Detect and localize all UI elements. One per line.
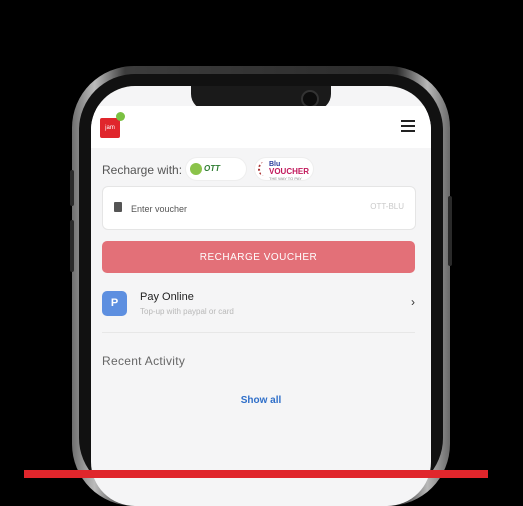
- paypal-icon: P: [102, 291, 127, 316]
- recharge-voucher-button[interactable]: RECHARGE VOUCHER: [102, 241, 415, 273]
- phone-side-button: [448, 196, 452, 266]
- ott-icon: [190, 163, 202, 175]
- recharge-with-label: Recharge with:: [102, 163, 183, 177]
- recent-activity-title: Recent Activity: [102, 354, 186, 368]
- blu-voucher-logo[interactable]: Blu VOUCHER THE WAY TO PAY: [255, 158, 313, 181]
- brand-logo-dot: [116, 112, 125, 121]
- phone-screen: jam Recharge with: OTT voucher Blu VOUCH…: [91, 86, 431, 506]
- phone-side-button: [70, 220, 74, 272]
- brand-logo[interactable]: jam: [100, 118, 120, 138]
- show-all-link[interactable]: Show all: [91, 395, 431, 406]
- voucher-hint: OTT-BLU: [370, 202, 404, 211]
- phone-side-button: [70, 170, 74, 206]
- app-header: jam: [91, 106, 431, 148]
- voucher-input[interactable]: [129, 197, 363, 221]
- pay-online-subtitle: Top-up with paypal or card: [140, 307, 234, 316]
- pay-online-row[interactable]: P Pay Online Top-up with paypal or card …: [102, 289, 415, 329]
- red-banner-strip: [24, 470, 488, 478]
- pay-online-title: Pay Online: [140, 291, 194, 303]
- divider: [102, 332, 415, 333]
- voucher-field[interactable]: OTT-BLU: [102, 186, 416, 230]
- voucher-card-icon: [114, 202, 122, 212]
- hamburger-icon[interactable]: [401, 120, 415, 132]
- chevron-right-icon: ›: [411, 295, 415, 309]
- ott-voucher-logo[interactable]: OTT voucher: [186, 158, 246, 195]
